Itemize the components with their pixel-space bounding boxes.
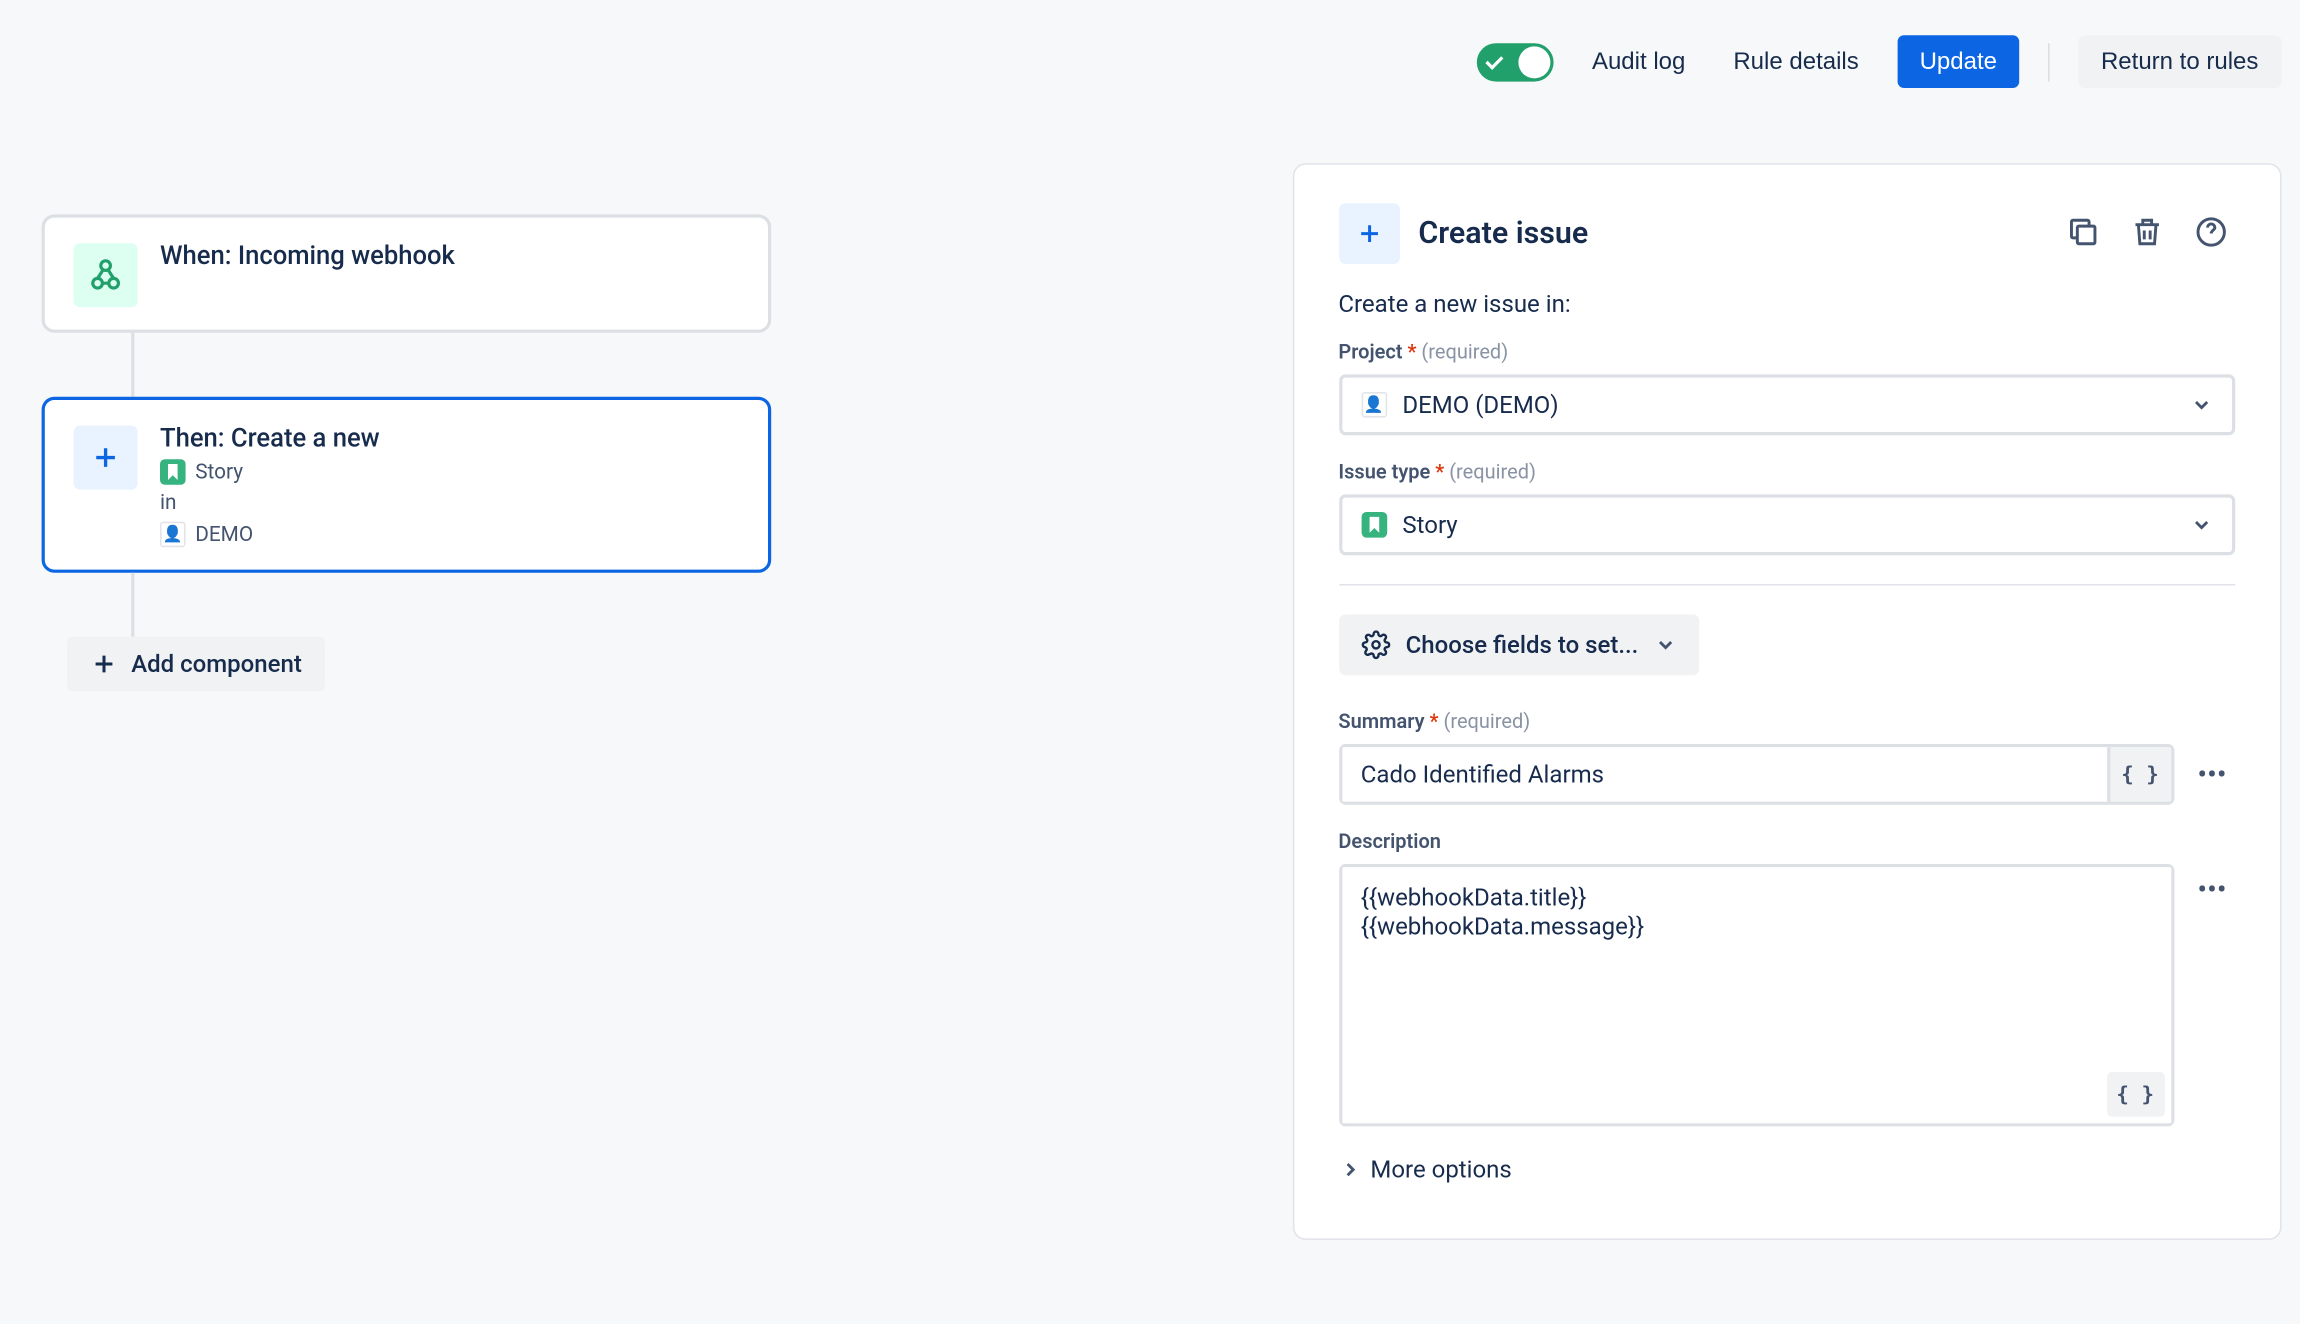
more-options-toggle[interactable]: More options: [1338, 1155, 2234, 1184]
issuetype-value: Story: [1402, 510, 1457, 539]
issuetype-select[interactable]: Story: [1338, 494, 2234, 555]
rule-enabled-toggle[interactable]: [1477, 42, 1554, 80]
panel-intro: Create a new issue in:: [1338, 290, 2234, 319]
action-card[interactable]: Then: Create a new Story in 👤 DEMO: [42, 397, 772, 573]
story-icon: [160, 459, 186, 485]
more-options-icon[interactable]: •••: [2190, 864, 2235, 907]
return-to-rules-button[interactable]: Return to rules: [2079, 35, 2281, 88]
more-options-icon[interactable]: •••: [2190, 744, 2235, 805]
required-hint: (required): [1444, 710, 1531, 734]
chevron-right-icon: [1338, 1158, 1360, 1180]
action-config-panel: Create issue Create a new issue in: Proj…: [1292, 163, 2281, 1240]
copy-icon[interactable]: [2058, 208, 2106, 256]
project-value: DEMO (DEMO): [1402, 390, 1558, 419]
audit-log-button[interactable]: Audit log: [1582, 35, 1695, 88]
add-component-label: Add component: [131, 650, 302, 679]
plus-icon: [90, 650, 119, 679]
chevron-down-icon: [2190, 394, 2212, 416]
webhook-icon: [74, 243, 138, 307]
rule-flow: When: Incoming webhook Then: Create a ne…: [42, 214, 772, 691]
action-in-label: in: [160, 491, 177, 515]
trigger-title: When: Incoming webhook: [160, 240, 455, 270]
panel-title: Create issue: [1418, 214, 1588, 251]
required-hint: (required): [1421, 341, 1508, 365]
action-title: Then: Create a new: [160, 422, 380, 452]
update-button[interactable]: Update: [1897, 35, 2019, 88]
project-icon: 👤: [160, 522, 186, 548]
action-project: DEMO: [195, 522, 253, 546]
connector-line: [131, 333, 134, 397]
issuetype-label: Issue type: [1338, 461, 1430, 485]
divider: [1338, 584, 2234, 586]
more-options-label: More options: [1370, 1155, 1511, 1184]
gear-icon: [1361, 630, 1390, 659]
chevron-down-icon: [2190, 514, 2212, 536]
summary-input[interactable]: [1342, 747, 2107, 801]
project-label: Project: [1338, 341, 1402, 365]
required-hint: (required): [1449, 461, 1536, 485]
description-label: Description: [1338, 830, 1441, 854]
story-icon: [1361, 512, 1387, 538]
smart-values-button[interactable]: { }: [2106, 747, 2170, 801]
project-select[interactable]: 👤 DEMO (DEMO): [1338, 374, 2234, 435]
trigger-card[interactable]: When: Incoming webhook: [42, 214, 772, 332]
help-icon[interactable]: [2186, 208, 2234, 256]
plus-icon: [74, 426, 138, 490]
chevron-down-icon: [1654, 634, 1676, 656]
project-icon: 👤: [1361, 392, 1387, 418]
top-toolbar: Audit log Rule details Update Return to …: [1477, 35, 2281, 88]
toolbar-divider: [2048, 42, 2050, 80]
connector-line: [131, 573, 134, 637]
description-input[interactable]: [1342, 867, 2171, 1123]
choose-fields-label: Choose fields to set...: [1406, 630, 1639, 659]
add-component-button[interactable]: Add component: [67, 637, 324, 691]
smart-values-button[interactable]: { }: [2106, 1072, 2164, 1117]
rule-details-button[interactable]: Rule details: [1724, 35, 1869, 88]
action-issuetype: Story: [195, 460, 243, 484]
trash-icon[interactable]: [2122, 208, 2170, 256]
choose-fields-button[interactable]: Choose fields to set...: [1338, 614, 1699, 675]
plus-icon: [1338, 203, 1399, 264]
summary-label: Summary: [1338, 710, 1424, 734]
